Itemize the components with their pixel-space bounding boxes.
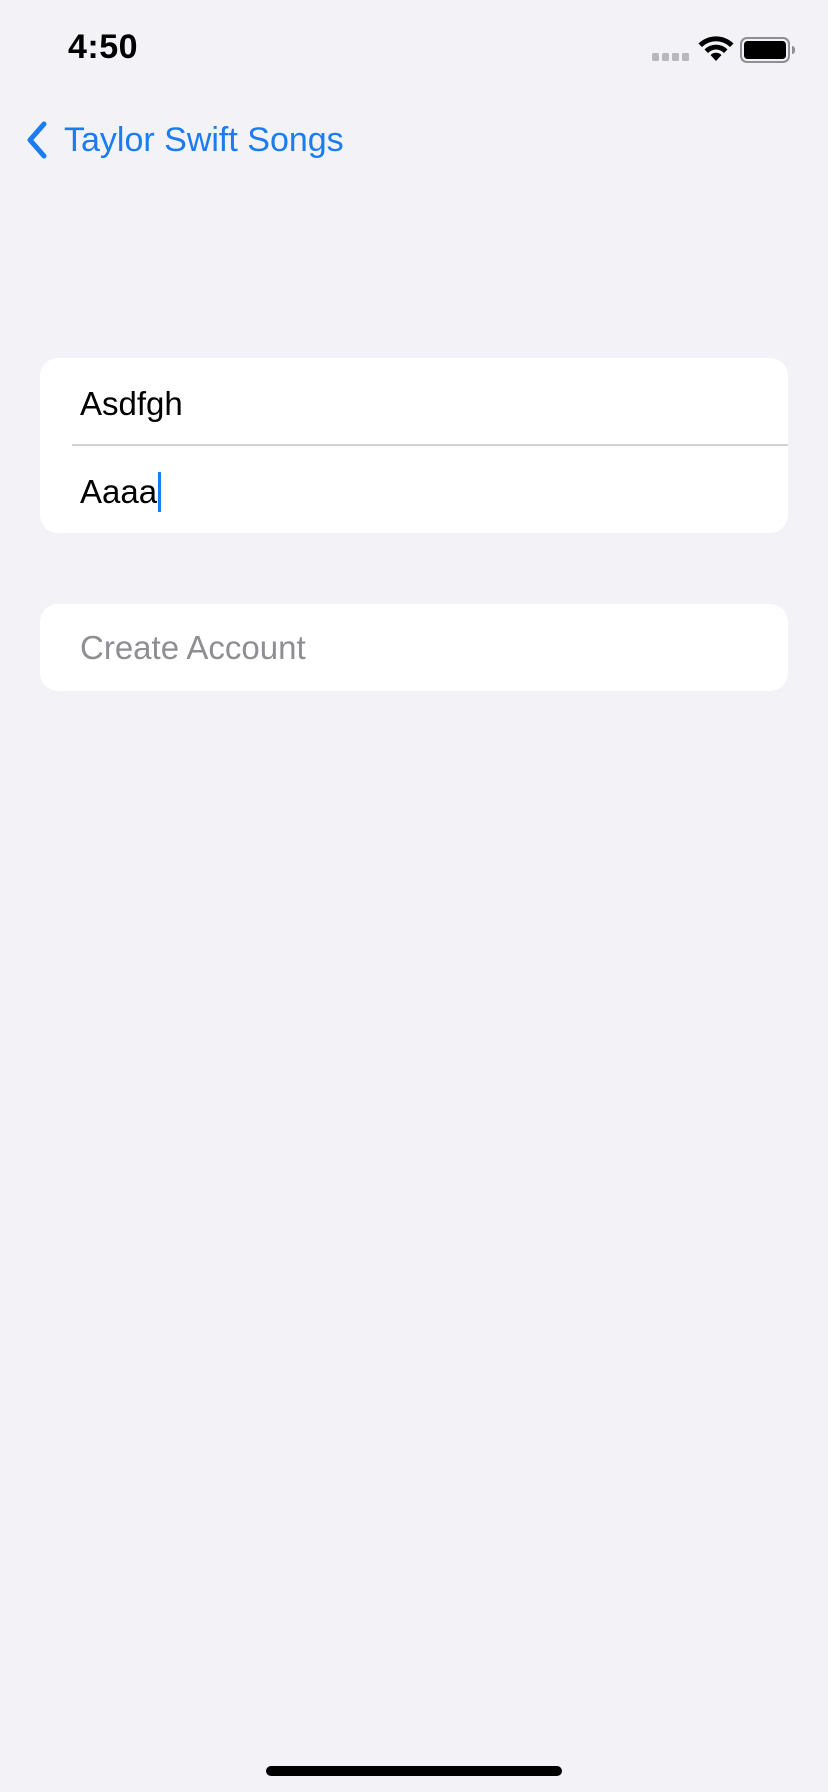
second-field-value: Aaaa <box>80 473 158 510</box>
battery-icon <box>740 37 795 63</box>
name-field-value: Asdfgh <box>80 385 183 422</box>
text-cursor <box>158 472 162 512</box>
create-account-button[interactable]: Create Account <box>80 604 306 691</box>
form-card: Asdfgh Aaaa <box>40 358 788 533</box>
name-field[interactable]: Asdfgh <box>80 364 768 444</box>
status-time: 4:50 <box>68 28 139 66</box>
screen: 4:50 Taylor Swift Songs Asdfgh Aaaa Crea <box>0 0 828 1792</box>
back-button[interactable]: Taylor Swift Songs <box>24 116 344 164</box>
create-account-card: Create Account <box>40 604 788 691</box>
back-label: Taylor Swift Songs <box>64 120 344 159</box>
field-divider <box>72 444 788 446</box>
home-indicator[interactable] <box>266 1766 562 1776</box>
second-field[interactable]: Aaaa <box>80 452 768 532</box>
cellular-signal-icon <box>652 53 689 61</box>
wifi-icon <box>698 36 734 61</box>
chevron-left-icon <box>27 121 47 159</box>
